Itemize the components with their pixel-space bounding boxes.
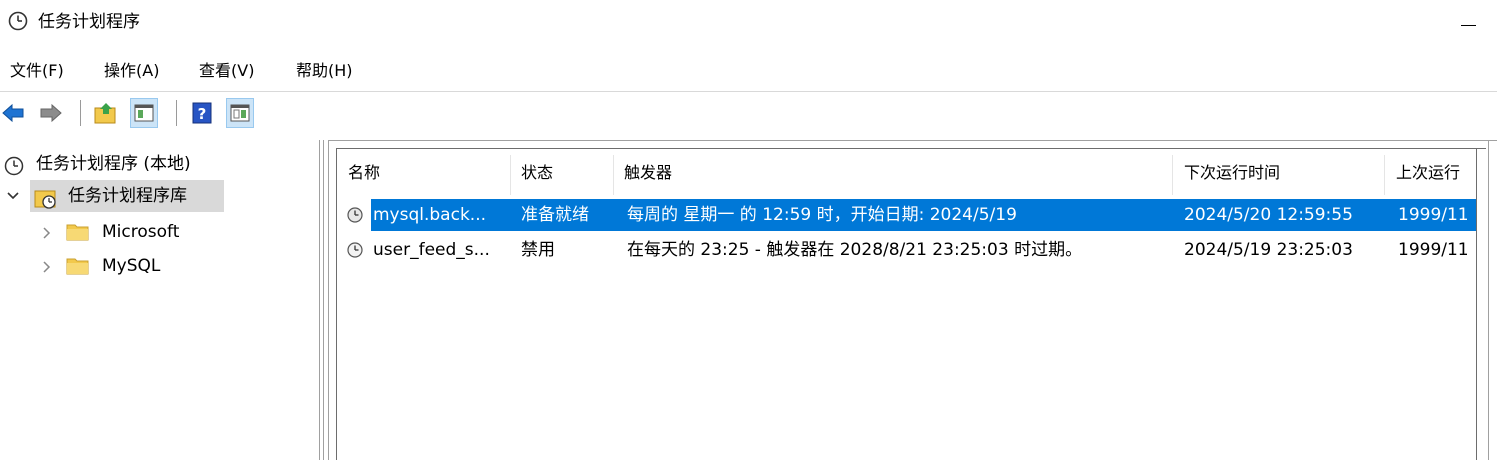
cell-trigger: 每周的 星期一 的 12:59 时，开始日期: 2024/5/19	[616, 199, 1176, 231]
pane-splitter[interactable]	[319, 140, 327, 460]
clock-icon	[8, 11, 28, 31]
show-hide-action-pane-icon	[230, 104, 250, 122]
tree-item-microsoft[interactable]: Microsoft	[0, 216, 240, 248]
forward-arrow-icon	[40, 103, 62, 123]
menu-separator	[0, 91, 1497, 92]
forward-button[interactable]	[36, 98, 64, 128]
menu-file[interactable]: 文件(F)	[10, 59, 64, 83]
tree-label-mysql: MySQL	[102, 256, 161, 276]
cell-status: 准备就绪	[513, 199, 616, 231]
up-folder-icon	[94, 103, 116, 124]
table-row[interactable]: user_feed_s... 禁用 在每天的 23:25 - 触发器在 2028…	[344, 234, 1476, 266]
toolbar: ?	[0, 94, 1497, 136]
chevron-right-icon[interactable]	[42, 226, 52, 240]
menu-view[interactable]: 查看(V)	[199, 59, 254, 83]
cell-name: user_feed_s...	[373, 240, 490, 260]
column-header-last-run[interactable]: 上次运行	[1388, 155, 1476, 195]
cell-last-run: 1999/11	[1398, 240, 1469, 260]
tree-item-mysql[interactable]: MySQL	[0, 250, 240, 282]
console-tree: 任务计划程序 (本地) 任务计划程序库 Microsoft MySQL	[0, 142, 316, 460]
cell-next-run: 2024/5/20 12:59:55	[1176, 199, 1388, 231]
menu-bar: 文件(F) 操作(A) 查看(V) 帮助(H)	[0, 56, 1497, 88]
tree-label-library: 任务计划程序库	[68, 186, 187, 206]
svg-text:?: ?	[198, 105, 207, 123]
window-title: 任务计划程序	[38, 12, 140, 32]
table-row[interactable]: mysql.back... 准备就绪 每周的 星期一 的 12:59 时，开始日…	[344, 199, 1476, 231]
column-header-name[interactable]: 名称	[340, 155, 510, 195]
folder-icon	[66, 224, 89, 241]
column-header-next-run[interactable]: 下次运行时间	[1176, 155, 1382, 195]
back-arrow-icon	[2, 103, 24, 123]
help-icon: ?	[192, 102, 212, 124]
up-folder-button[interactable]	[92, 98, 120, 128]
scheduled-task-icon	[347, 207, 363, 223]
column-header-trigger[interactable]: 触发器	[616, 155, 1172, 195]
chevron-down-icon[interactable]	[6, 190, 20, 202]
show-hide-action-pane-button[interactable]	[226, 98, 254, 128]
title-bar: 任务计划程序	[0, 0, 1497, 46]
cell-status: 禁用	[521, 240, 555, 260]
minimize-button[interactable]	[1458, 12, 1482, 34]
back-button[interactable]	[0, 98, 28, 128]
help-button[interactable]: ?	[188, 98, 216, 128]
show-hide-tree-button[interactable]	[130, 98, 158, 128]
cell-next-run: 2024/5/19 23:25:03	[1184, 240, 1353, 260]
cell-name: mysql.back...	[371, 199, 513, 231]
show-hide-console-tree-icon	[134, 104, 154, 122]
tree-label-root: 任务计划程序 (本地)	[36, 154, 191, 174]
cell-last-run: 1999/11	[1388, 199, 1476, 231]
tree-item-library[interactable]: 任务计划程序库	[0, 180, 224, 212]
scheduled-task-icon	[347, 242, 363, 258]
menu-help[interactable]: 帮助(H)	[296, 59, 353, 83]
task-library-folder-icon	[34, 190, 56, 209]
column-header-status[interactable]: 状态	[513, 155, 613, 195]
tree-item-root[interactable]: 任务计划程序 (本地)	[0, 148, 240, 180]
chevron-right-icon[interactable]	[42, 260, 52, 274]
folder-icon	[66, 258, 89, 275]
menu-action[interactable]: 操作(A)	[104, 59, 159, 83]
tree-label-microsoft: Microsoft	[102, 222, 180, 242]
cell-trigger: 在每天的 23:25 - 触发器在 2028/8/21 23:25:03 时过期…	[627, 240, 1083, 260]
clock-icon	[4, 156, 24, 176]
